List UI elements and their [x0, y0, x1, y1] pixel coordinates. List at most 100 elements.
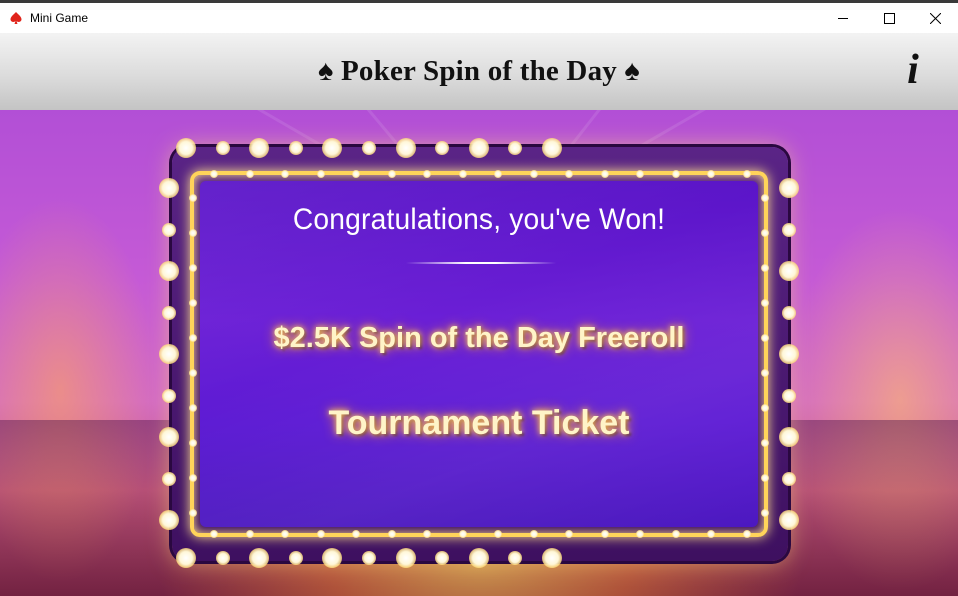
- marquee-bulb: [761, 334, 769, 342]
- window-title: Mini Game: [30, 11, 89, 25]
- marquee-bulb: [742, 170, 751, 178]
- marquee-bulb: [215, 551, 230, 565]
- marquee-bulb: [600, 170, 609, 178]
- marquee-bulb: [159, 261, 179, 281]
- marquee-bulb: [761, 404, 769, 412]
- title-divider: [406, 262, 556, 264]
- marquee-bulb: [782, 388, 796, 403]
- prize-name: $2.5K Spin of the Day Freeroll: [273, 322, 685, 354]
- game-title: ♠ Poker Spin of the Day ♠: [317, 55, 641, 87]
- marquee-bulb: [362, 141, 376, 155]
- minimize-icon: [837, 17, 848, 19]
- marquee-bulb: [159, 510, 179, 530]
- info-icon: i: [907, 47, 919, 93]
- app-spade-icon: [9, 11, 23, 25]
- maximize-button[interactable]: [866, 3, 912, 33]
- marquee-bulb: [494, 170, 502, 178]
- marquee-bulb: [245, 530, 254, 538]
- game-header: ♠ Poker Spin of the Day ♠ i: [0, 33, 958, 111]
- marquee-bulb: [395, 548, 416, 568]
- marquee-bulb: [352, 170, 360, 178]
- marquee-bulb: [636, 170, 644, 178]
- marquee-bulb: [189, 299, 197, 307]
- marquee-bulb: [458, 170, 467, 178]
- marquee-bulb: [565, 530, 573, 538]
- prize-stage: Congratulations, you've Won! $2.5K Spin …: [0, 110, 958, 596]
- marquee-bulb: [281, 170, 289, 178]
- marquee-bulb: [671, 170, 680, 178]
- marquee-bulb: [671, 530, 680, 538]
- marquee-bulb: [189, 194, 197, 202]
- marquee-bulb: [215, 141, 230, 155]
- marquee-bulb: [162, 471, 176, 486]
- marquee-bulb: [707, 170, 715, 178]
- marquee-bulb: [761, 509, 769, 517]
- marquee-bulb: [761, 264, 769, 272]
- marquee-bulb: [210, 530, 218, 538]
- marquee-bulb: [542, 138, 562, 158]
- marquee-bulb: [636, 530, 644, 538]
- marquee-bulb: [159, 427, 179, 447]
- marquee-bulb: [395, 138, 416, 158]
- prize-type: Tournament Ticket: [328, 404, 630, 442]
- marquee-bulb: [176, 138, 196, 158]
- marquee-bulb: [458, 530, 467, 538]
- marquee-bulb: [162, 305, 176, 320]
- marquee-bulb: [779, 427, 799, 447]
- marquee-bulb: [782, 305, 796, 320]
- marquee-bulb: [387, 530, 396, 538]
- marquee-bulb: [159, 178, 179, 198]
- marquee-bulb: [189, 264, 197, 272]
- close-icon: [929, 12, 941, 24]
- marquee-bulb: [761, 474, 769, 482]
- marquee-bulb: [779, 510, 799, 530]
- marquee-bulb: [288, 551, 303, 565]
- marquee-bulb: [761, 194, 769, 202]
- marquee-bulb: [761, 229, 769, 237]
- marquee-bulb: [779, 261, 799, 281]
- marquee-bulb: [542, 548, 562, 568]
- marquee-bulb: [761, 439, 769, 447]
- window-controls: [820, 3, 958, 33]
- marquee-bulb: [189, 439, 197, 447]
- marquee-bulb: [316, 530, 325, 538]
- marquee-bulb: [189, 334, 197, 342]
- marquee-bulb: [529, 530, 538, 538]
- marquee-bulb: [189, 474, 197, 482]
- marquee-bulb: [162, 222, 176, 237]
- marquee-bulb: [782, 222, 796, 237]
- marquee-bulb: [761, 299, 769, 307]
- marquee-bulb: [189, 404, 197, 412]
- marquee-bulb: [779, 178, 799, 198]
- marquee-bulb: [189, 229, 197, 237]
- close-button[interactable]: [912, 3, 958, 33]
- marquee-bulb: [468, 138, 489, 158]
- marquee-bulb: [162, 388, 176, 403]
- marquee-bulb: [189, 369, 197, 377]
- marquee-bulb: [362, 551, 376, 565]
- marquee-bulb: [423, 530, 431, 538]
- marquee-bulb: [742, 530, 751, 538]
- marquee-bulb: [468, 548, 489, 568]
- marquee-bulb: [176, 548, 196, 568]
- info-button[interactable]: i: [902, 47, 924, 93]
- window-titlebar[interactable]: Mini Game: [0, 3, 958, 33]
- marquee-bulb: [707, 530, 715, 538]
- marquee-bulb: [316, 170, 325, 178]
- marquee-bulb: [494, 530, 502, 538]
- marquee-bulb: [782, 471, 796, 486]
- marquee-bulb: [423, 170, 431, 178]
- marquee-bulb: [245, 170, 254, 178]
- marquee-bulb: [529, 170, 538, 178]
- marquee-bulb: [600, 530, 609, 538]
- congratulations-text: Congratulations, you've Won!: [292, 203, 666, 236]
- marquee-bulb: [288, 141, 303, 155]
- marquee-bulb: [779, 344, 799, 364]
- maximize-icon: [883, 12, 895, 24]
- marquee-bulb: [281, 530, 289, 538]
- marquee-bulb: [761, 369, 769, 377]
- marquee-bulb: [159, 344, 179, 364]
- marquee-bulb: [189, 509, 197, 517]
- minimize-button[interactable]: [820, 3, 866, 33]
- marquee-bulb: [352, 530, 360, 538]
